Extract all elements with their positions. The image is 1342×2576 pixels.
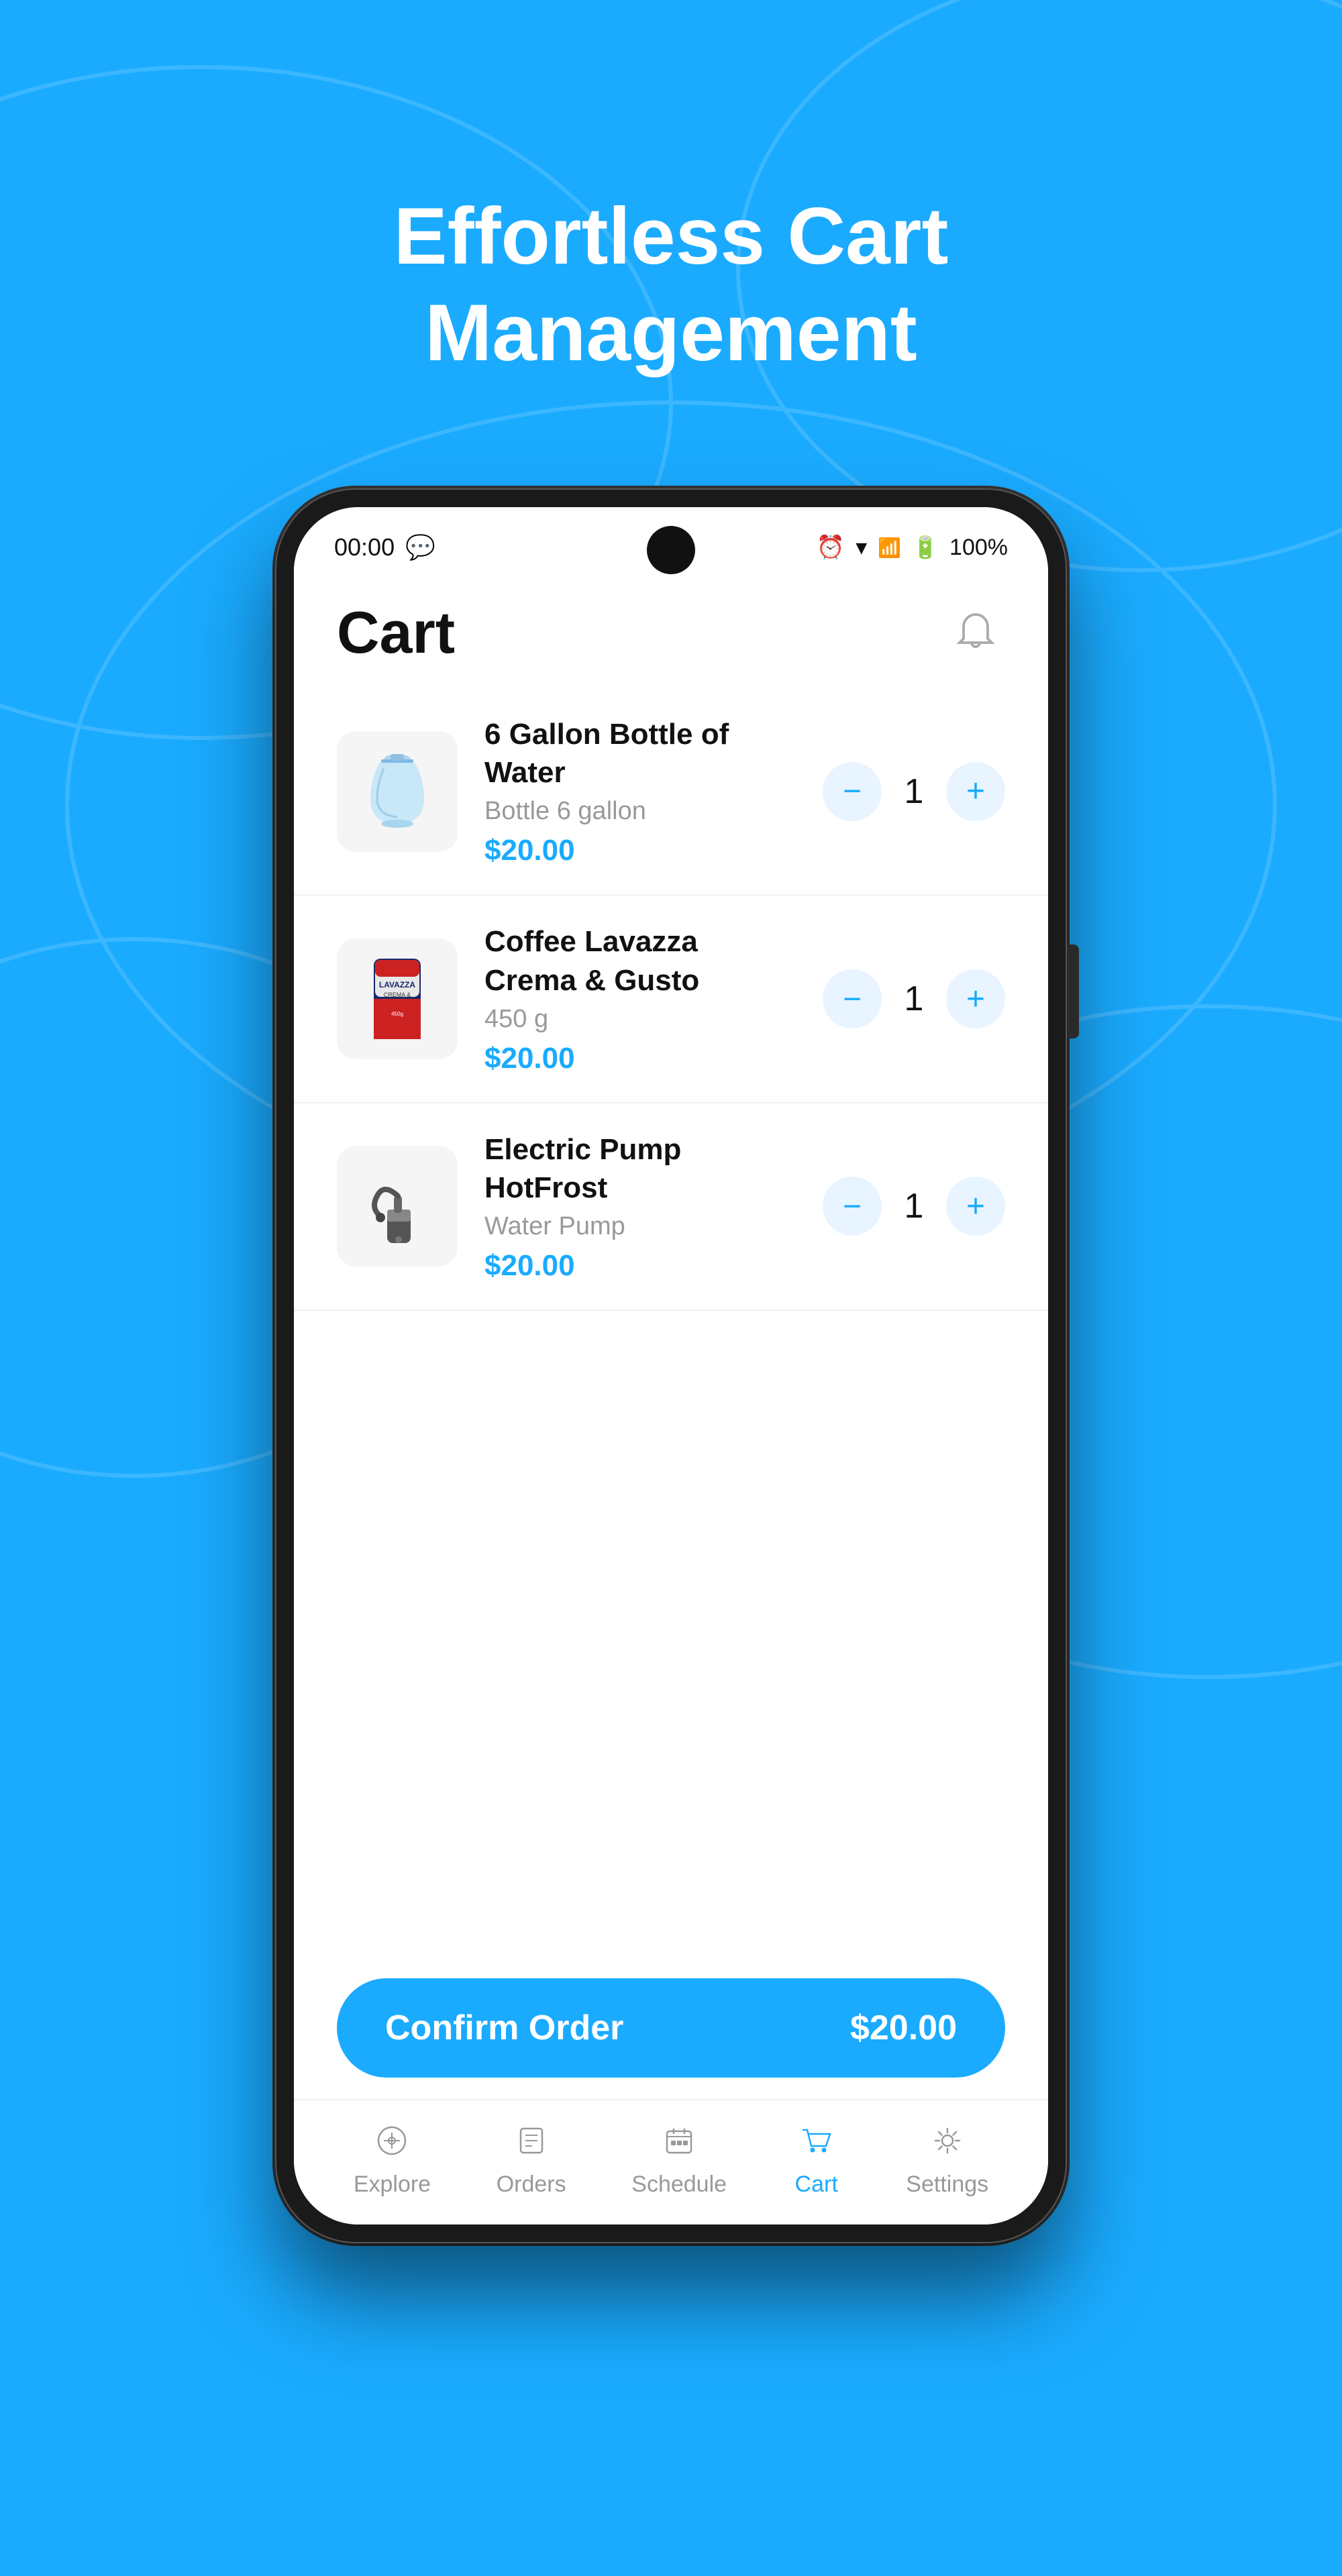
- item-subtitle-water: Bottle 6 gallon: [484, 797, 796, 826]
- nav-item-orders[interactable]: Orders: [497, 2116, 566, 2198]
- qty-control-pump: − 1 +: [823, 1177, 1005, 1236]
- orders-icon: [507, 2116, 556, 2165]
- cart-item: Electric Pump HotFrost Water Pump $20.00…: [294, 1104, 1048, 1311]
- settings-label: Settings: [906, 2171, 988, 2198]
- phone-screen: 00:00 💬 ⏰ ▾ 📶 🔋 100% Cart: [294, 507, 1048, 2224]
- phone-side-button: [1067, 945, 1079, 1038]
- app-header: Cart: [294, 566, 1048, 688]
- orders-label: Orders: [497, 2171, 566, 2198]
- notification-button[interactable]: [946, 603, 1005, 662]
- app-content: Cart: [294, 566, 1048, 2224]
- cart-item: 6 Gallon Bottle of Water Bottle 6 gallon…: [294, 688, 1048, 896]
- explore-label: Explore: [354, 2171, 431, 2198]
- qty-decrease-pump[interactable]: −: [823, 1177, 882, 1236]
- status-icons: ⏰ ▾ 📶 🔋 100%: [817, 534, 1008, 561]
- nav-item-settings[interactable]: Settings: [906, 2116, 988, 2198]
- page-title: Effortless Cart Management: [394, 188, 949, 381]
- item-price-coffee: $20.00: [484, 1042, 796, 1075]
- item-info-coffee: Coffee Lavazza Crema & Gusto 450 g $20.0…: [484, 922, 796, 1075]
- battery-percent: 100%: [949, 535, 1008, 561]
- svg-text:450g: 450g: [391, 1011, 403, 1017]
- confirm-order-total: $20.00: [850, 2008, 957, 2048]
- qty-increase-pump[interactable]: +: [946, 1177, 1005, 1236]
- qty-control-coffee: − 1 +: [823, 969, 1005, 1028]
- content-spacer: [294, 1334, 1048, 1979]
- cart-title: Cart: [337, 598, 455, 667]
- qty-increase-coffee[interactable]: +: [946, 969, 1005, 1028]
- bottom-navigation: Explore Orders: [294, 2099, 1048, 2224]
- item-image-coffee: LAVAZZA CREMA & GUSTO 450g: [337, 938, 458, 1059]
- schedule-icon: [655, 2116, 703, 2165]
- cart-label: Cart: [795, 2171, 838, 2198]
- svg-text:LAVAZZA: LAVAZZA: [379, 980, 416, 989]
- cart-items-list: 6 Gallon Bottle of Water Bottle 6 gallon…: [294, 688, 1048, 1334]
- nav-item-cart[interactable]: Cart: [792, 2116, 841, 2198]
- alarm-icon: ⏰: [817, 534, 845, 561]
- signal-icon: 📶: [878, 537, 901, 559]
- confirm-order-label: Confirm Order: [385, 2008, 623, 2048]
- item-image-water: [337, 731, 458, 852]
- item-name-coffee: Coffee Lavazza Crema & Gusto: [484, 922, 796, 999]
- qty-decrease-coffee[interactable]: −: [823, 969, 882, 1028]
- status-time: 00:00: [334, 533, 395, 561]
- cart-icon: [792, 2116, 841, 2165]
- item-info-water: 6 Gallon Bottle of Water Bottle 6 gallon…: [484, 715, 796, 867]
- nav-item-explore[interactable]: Explore: [354, 2116, 431, 2198]
- phone-mockup: 00:00 💬 ⏰ ▾ 📶 🔋 100% Cart: [275, 488, 1067, 2243]
- item-name-water: 6 Gallon Bottle of Water: [484, 715, 796, 792]
- item-image-pump: [337, 1146, 458, 1267]
- camera-notch: [647, 526, 695, 574]
- whatsapp-icon: 💬: [405, 533, 435, 561]
- item-price-water: $20.00: [484, 834, 796, 867]
- settings-icon: [923, 2116, 972, 2165]
- item-price-pump: $20.00: [484, 1249, 796, 1283]
- battery-icon: 🔋: [912, 535, 939, 560]
- item-info-pump: Electric Pump HotFrost Water Pump $20.00: [484, 1130, 796, 1283]
- nav-item-schedule[interactable]: Schedule: [631, 2116, 727, 2198]
- wifi-icon: ▾: [856, 534, 867, 561]
- schedule-label: Schedule: [631, 2171, 727, 2198]
- qty-value-pump: 1: [900, 1186, 927, 1226]
- qty-decrease-water[interactable]: −: [823, 762, 882, 821]
- qty-value-water: 1: [900, 771, 927, 812]
- item-subtitle-pump: Water Pump: [484, 1212, 796, 1241]
- cart-item: LAVAZZA CREMA & GUSTO 450g Coffee Lavazz…: [294, 896, 1048, 1103]
- explore-icon: [368, 2116, 416, 2165]
- qty-increase-water[interactable]: +: [946, 762, 1005, 821]
- confirm-order-button[interactable]: Confirm Order $20.00: [337, 1978, 1005, 2078]
- qty-value-coffee: 1: [900, 979, 927, 1019]
- item-subtitle-coffee: 450 g: [484, 1005, 796, 1034]
- svg-text:CREMA &: CREMA &: [384, 991, 411, 998]
- qty-control-water: − 1 +: [823, 762, 1005, 821]
- item-name-pump: Electric Pump HotFrost: [484, 1130, 796, 1207]
